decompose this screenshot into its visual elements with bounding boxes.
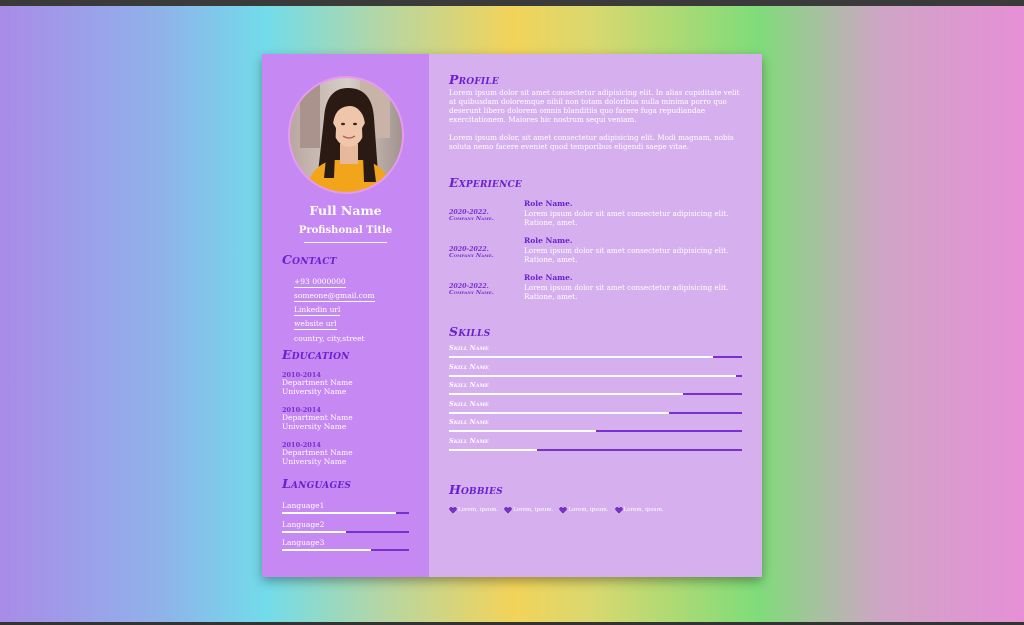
experience-role: Role Name. [524,273,573,282]
contact-email-link[interactable]: someone@gmail.com [294,291,375,302]
language-level-bar [282,531,409,533]
profile-paragraph: Lorem ipsum dolor, sit amet consectetur … [449,133,734,151]
resume-sheet: Full Name Profishonal Title Contact +93 … [262,54,762,577]
profile-photo-image [290,78,402,192]
hobby-label: Lorem, ipsum. [458,507,499,513]
profile-paragraph: Lorem ipsum dolor sit amet consectetur a… [449,88,740,124]
skill-level-bar [449,356,742,358]
professional-title: Profishonal Title [298,225,393,236]
experience-description: Lorem ipsum dolor sit amet consectetur a… [524,209,729,227]
experience-description: Lorem ipsum dolor sit amet consectetur a… [524,246,729,264]
education-university: University Name [282,457,347,466]
hobby-label: Lorem, ipsum. [568,507,609,513]
skill-level-bar [449,430,742,432]
contact-phone-link[interactable]: +93 0000000 [294,277,346,288]
hobbies-heading: Hobbies [449,482,503,497]
education-university: University Name [282,387,347,396]
heart-icon [559,507,568,514]
experience-company: Company Name. [449,290,494,296]
skill-level-bar [449,375,742,377]
skill-level-bar [449,393,742,395]
heart-icon [504,507,512,514]
hobby-item: Lorem, ipsum. [559,506,609,514]
language-name: Language2 [282,520,325,529]
skill-level-fill [449,430,596,432]
experience-role: Role Name. [524,199,573,208]
skill-name: Skill Name [449,437,489,445]
profile-heading: Profile [449,72,499,87]
skill-level-fill [449,375,737,377]
browser-top-bar [0,0,1024,6]
experience-description: Lorem ipsum dolor sit amet consectetur a… [524,283,729,301]
resume-sidebar: Full Name Profishonal Title Contact +93 … [262,54,429,577]
skill-level-bar [449,449,742,451]
skill-name: Skill Name [449,418,489,426]
hobby-item: Lorem, ipsum. [504,506,553,514]
heart-icon [614,507,623,514]
skill-name: Skill Name [449,400,489,408]
language-level-bar [282,512,409,514]
hobby-label: Lorem, ipsum. [623,507,664,513]
language-level-bar [282,549,409,551]
education-university: University Name [282,422,347,431]
skill-name: Skill Name [449,344,489,352]
language-name: Language3 [282,538,325,547]
experience-role: Role Name. [524,236,573,245]
skill-level-fill [449,449,537,451]
skills-heading: Skills [449,324,491,339]
contact-website-link[interactable]: website url [294,319,337,330]
hobby-item: Lorem, ipsum. [614,506,664,514]
education-department: Department Name [282,448,353,457]
experience-company: Company Name. [449,216,494,222]
hobby-item: Lorem, ipsum. [449,506,498,514]
skill-name: Skill Name [449,381,489,389]
experience-date: 2020-2022. [449,283,489,290]
skill-level-fill [449,356,713,358]
experience-heading: Experience [449,175,522,190]
experience-date: 2020-2022. [449,209,489,216]
contact-linkedin-link[interactable]: Linkedin url [294,305,341,316]
languages-heading: Languages [282,476,352,491]
full-name: Full Name [309,203,382,218]
skill-level-fill [449,393,684,395]
skill-name: Skill Name [449,363,489,371]
experience-date: 2020-2022. [449,246,489,253]
resume-main: Profile Lorem ipsum dolor sit amet conse… [429,54,762,577]
skill-level-fill [449,412,669,414]
language-level-fill [282,549,371,551]
hobbies-list: Lorem, ipsum. Lorem, ipsum. Lorem, ipsum… [449,506,668,514]
title-divider [304,242,387,243]
education-department: Department Name [282,378,353,387]
language-level-fill [282,512,397,514]
language-level-fill [282,531,346,533]
education-heading: Education [282,347,350,362]
language-name: Language1 [282,501,325,510]
contact-address: country, city,street [294,334,365,343]
hobby-label: Lorem, ipsum. [513,507,554,513]
experience-company: Company Name. [449,253,494,259]
contact-heading: Contact [282,252,337,267]
heart-icon [449,507,457,514]
education-department: Department Name [282,413,353,422]
profile-photo [288,76,404,194]
skill-level-bar [449,412,742,414]
